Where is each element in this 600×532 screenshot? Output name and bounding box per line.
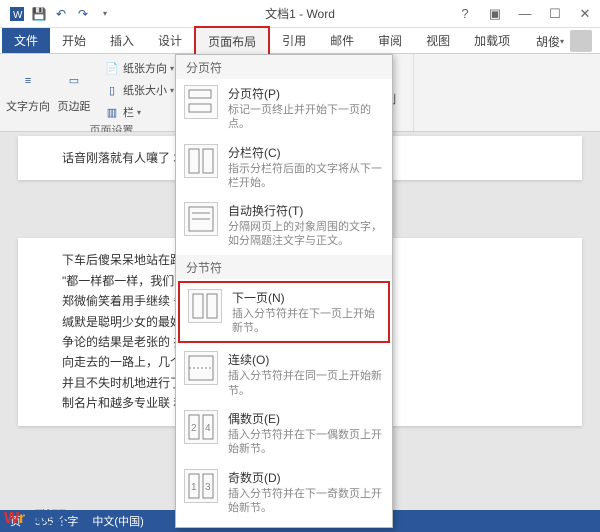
word-icon[interactable]: W (8, 5, 26, 23)
item-title: 连续(O) (228, 351, 384, 368)
break-column-item[interactable]: 分栏符(C)指示分栏符后面的文字将从下一栏开始。 (176, 138, 392, 197)
tab-review[interactable]: 审阅 (366, 27, 414, 53)
item-title: 偶数页(E) (228, 410, 384, 427)
tab-file[interactable]: 文件 (2, 27, 50, 53)
break-continuous-item[interactable]: 连续(O)插入分节符并在同一页上开始新节。 (176, 345, 392, 404)
item-desc: 插入分节符并在下一奇数页上开始新节。 (228, 487, 384, 516)
watermark: Wrd联盟 (4, 504, 67, 528)
item-title: 下一页(N) (232, 289, 380, 306)
break-text-wrap-item[interactable]: 自动换行符(T)分隔网页上的对象周围的文字，如分隔题注文字与正文。 (176, 196, 392, 255)
avatar (570, 30, 592, 52)
next-page-icon (188, 289, 222, 323)
item-title: 分栏符(C) (228, 144, 384, 161)
svg-text:1: 1 (191, 482, 197, 493)
orientation-button[interactable]: 📄纸张方向▾ (100, 58, 178, 78)
text-direction-icon: ≡ (14, 67, 42, 95)
item-desc: 插入分节符并在下一页上开始新节。 (232, 307, 380, 336)
margins-icon: ▭ (60, 67, 88, 95)
margins-label: 页边距 (58, 98, 91, 114)
svg-text:3: 3 (205, 482, 211, 493)
minimize-icon[interactable]: — (510, 3, 540, 25)
tab-references[interactable]: 引用 (270, 27, 318, 53)
window-title: 文档1 - Word (265, 5, 335, 22)
user-name: 胡俊 (536, 33, 560, 50)
tab-home[interactable]: 开始 (50, 27, 98, 53)
tab-mailings[interactable]: 邮件 (318, 27, 366, 53)
text-direction-label: 文字方向 (6, 98, 50, 114)
column-break-icon (184, 144, 218, 178)
even-page-icon: 24 (184, 410, 218, 444)
columns-icon: ▥ (104, 104, 120, 120)
item-desc: 指示分栏符后面的文字将从下一栏开始。 (228, 162, 384, 191)
svg-text:2: 2 (191, 423, 197, 434)
help-icon[interactable]: ? (450, 3, 480, 25)
tab-view[interactable]: 视图 (414, 27, 462, 53)
qat-more-icon[interactable]: ▾ (96, 5, 114, 23)
item-desc: 分隔网页上的对象周围的文字，如分隔题注文字与正文。 (228, 220, 384, 249)
breaks-dropdown: 分页符 分页符(P)标记一页终止并开始下一页的点。 分栏符(C)指示分栏符后面的… (175, 54, 393, 528)
status-language[interactable]: 中文(中国) (92, 513, 143, 529)
quick-access-toolbar: W 💾 ↶ ↷ ▾ (0, 5, 114, 23)
break-odd-page-item[interactable]: 13 奇数页(D)插入分节符并在下一奇数页上开始新节。 (176, 463, 392, 522)
dropdown-section-page-breaks: 分页符 (176, 55, 392, 79)
size-button[interactable]: ▯纸张大小▾ (100, 80, 178, 100)
text-direction-button[interactable]: ≡ 文字方向 (8, 65, 48, 116)
item-desc: 插入分节符并在下一偶数页上开始新节。 (228, 428, 384, 457)
odd-page-icon: 13 (184, 469, 218, 503)
save-icon[interactable]: 💾 (30, 5, 48, 23)
user-account[interactable]: 胡俊 ▾ (536, 30, 592, 52)
item-title: 自动换行符(T) (228, 202, 384, 219)
tab-layout[interactable]: 页面布局 (194, 26, 270, 54)
orientation-icon: 📄 (104, 60, 120, 76)
continuous-icon (184, 351, 218, 385)
maximize-icon[interactable]: ☐ (540, 3, 570, 25)
ribbon-tabs: 文件 开始 插入 设计 页面布局 引用 邮件 审阅 视图 加载项 胡俊 ▾ (0, 28, 600, 54)
item-title: 分页符(P) (228, 85, 384, 102)
size-icon: ▯ (104, 82, 120, 98)
text-wrap-icon (184, 202, 218, 236)
item-desc: 插入分节符并在同一页上开始新节。 (228, 369, 384, 398)
title-bar: W 💾 ↶ ↷ ▾ 文档1 - Word ? ▣ — ☐ ✕ (0, 0, 600, 28)
ribbon-options-icon[interactable]: ▣ (480, 3, 510, 25)
tab-design[interactable]: 设计 (146, 27, 194, 53)
user-caret-icon: ▾ (560, 37, 564, 46)
svg-text:4: 4 (205, 423, 211, 434)
break-even-page-item[interactable]: 24 偶数页(E)插入分节符并在下一偶数页上开始新节。 (176, 404, 392, 463)
tab-insert[interactable]: 插入 (98, 27, 146, 53)
item-title: 奇数页(D) (228, 469, 384, 486)
break-page-item[interactable]: 分页符(P)标记一页终止并开始下一页的点。 (176, 79, 392, 138)
page-break-icon (184, 85, 218, 119)
undo-icon[interactable]: ↶ (52, 5, 70, 23)
item-desc: 标记一页终止并开始下一页的点。 (228, 103, 384, 132)
break-next-page-item[interactable]: 下一页(N)插入分节符并在下一页上开始新节。 (178, 281, 390, 344)
close-icon[interactable]: ✕ (570, 3, 600, 25)
columns-button[interactable]: ▥栏▾ (100, 102, 178, 122)
margins-button[interactable]: ▭ 页边距 (54, 65, 94, 116)
svg-text:W: W (13, 10, 23, 21)
tab-addins[interactable]: 加载项 (462, 27, 522, 53)
dropdown-section-section-breaks: 分节符 (176, 255, 392, 279)
redo-icon[interactable]: ↷ (74, 5, 92, 23)
window-controls: ? ▣ — ☐ ✕ (450, 3, 600, 25)
